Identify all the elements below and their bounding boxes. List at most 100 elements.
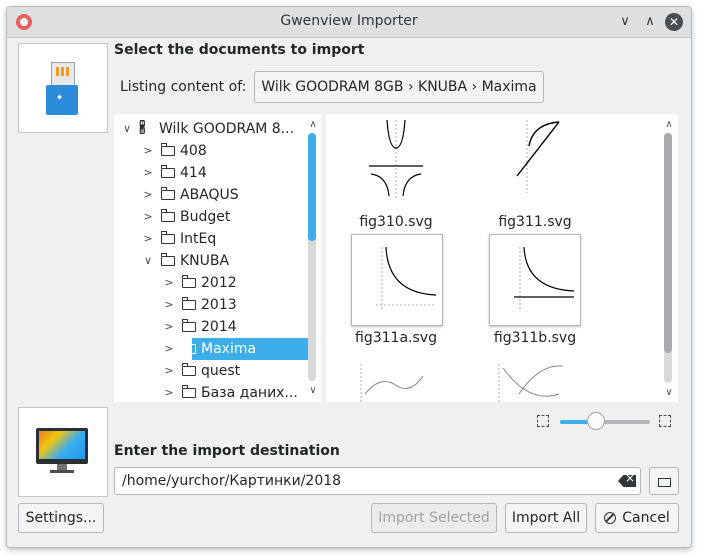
tree-item-label: quest — [201, 363, 241, 379]
chevron-right-icon[interactable]: > — [163, 294, 175, 316]
folder-icon — [181, 275, 196, 288]
plot-thumbnail-icon — [369, 119, 423, 198]
tree-item-label: IntEq — [180, 231, 217, 247]
chevron-right-icon[interactable]: > — [142, 206, 154, 228]
tree-item[interactable]: >408 — [114, 140, 314, 162]
settings-button[interactable]: Settings... — [18, 503, 104, 533]
zoom-out-icon[interactable] — [537, 415, 549, 427]
tree-item[interactable]: > quest — [114, 360, 314, 382]
folder-icon — [160, 231, 175, 244]
folder-icon — [181, 385, 196, 398]
tree-item[interactable]: > IntEq — [114, 228, 314, 250]
destination-icon — [18, 407, 108, 497]
thumbnail-size-slider-handle[interactable] — [587, 412, 605, 430]
usb-contact — [61, 67, 64, 76]
zoom-in-icon[interactable] — [659, 415, 671, 427]
tree-item-label: 2013 — [201, 297, 237, 313]
chevron-right-icon[interactable]: > — [142, 162, 154, 184]
plot-thumbnail-icon — [514, 246, 575, 310]
tree-scroll-down-icon[interactable]: ∨ — [308, 385, 318, 396]
folder-icon — [160, 143, 175, 156]
thumbnail-partial[interactable] — [489, 354, 579, 402]
tree-item[interactable]: >2013 — [114, 294, 314, 316]
destination-path-input[interactable]: /home/yurchor/Картинки/2018 — [114, 467, 641, 495]
tree-item[interactable]: > ABAQUS — [114, 184, 314, 206]
minimize-icon[interactable]: ∨ — [616, 13, 634, 31]
tree-item-label: ABAQUS — [180, 187, 239, 203]
chevron-right-icon[interactable]: > — [142, 184, 154, 206]
tree-item[interactable]: > Budget — [114, 206, 314, 228]
monitor-base — [50, 470, 74, 473]
folder-icon — [160, 165, 175, 178]
thumbs-scroll-down-icon[interactable]: ∨ — [664, 387, 674, 398]
cancel-label: Cancel — [622, 510, 670, 526]
cancel-button[interactable]: Cancel — [595, 503, 679, 533]
thumbnail-fig311[interactable] — [489, 118, 579, 208]
chevron-right-icon[interactable]: > — [163, 382, 175, 402]
chevron-right-icon[interactable]: > — [163, 360, 175, 382]
monitor-icon — [36, 428, 88, 464]
tree-root[interactable]: ∨ 🖁 Wilk GOODRAM 8... — [114, 118, 314, 140]
path-button[interactable]: Wilk GOODRAM 8GB › KNUBA › Maxima — [254, 71, 544, 103]
import-all-button[interactable]: Import All — [505, 503, 587, 533]
tree-scrollbar-thumb[interactable] — [308, 133, 316, 241]
thumbnail-caption: fig310.svg — [359, 214, 433, 230]
chevron-down-icon[interactable]: ∨ — [121, 118, 133, 140]
folder-icon — [658, 478, 671, 487]
thumbnail-fig311b[interactable] — [489, 234, 581, 326]
folder-icon — [181, 297, 196, 310]
maximize-icon[interactable]: ∧ — [641, 13, 659, 31]
thumbnail-partial[interactable] — [351, 354, 441, 402]
folder-icon — [181, 319, 196, 332]
plot-thumbnail-icon — [516, 120, 560, 193]
monitor-screen — [39, 431, 85, 459]
import-selected-button[interactable]: Import Selected — [371, 503, 497, 533]
chevron-right-icon[interactable]: > — [163, 338, 175, 360]
tree-item[interactable]: >2012 — [114, 272, 314, 294]
close-icon[interactable]: ✕ — [665, 13, 683, 31]
cancel-icon — [604, 512, 617, 524]
usb-contact — [56, 67, 59, 76]
source-device-icon — [18, 43, 108, 133]
thumbs-scroll-up-icon[interactable]: ∧ — [664, 119, 674, 130]
tree-item-label: Maxima — [201, 341, 257, 357]
usb-contact — [66, 67, 69, 76]
tree-item-label: Budget — [180, 209, 231, 225]
thumbnail-caption: fig311.svg — [498, 214, 572, 230]
folder-icon — [160, 187, 175, 200]
usb-drive-body — [46, 85, 78, 115]
folder-icon — [181, 341, 196, 354]
title-bar: Gwenview Importer ∨ ∧ ✕ — [7, 7, 691, 38]
plot-thumbnail-icon — [360, 364, 424, 402]
thumbnail-view[interactable]: fig310.svg fig311.svg fig311a.svg fig311… — [326, 114, 678, 402]
tree-item[interactable]: > Maxima — [114, 338, 314, 360]
browse-folder-button[interactable] — [649, 467, 679, 495]
tree-item-label: 408 — [180, 143, 207, 159]
chevron-right-icon[interactable]: > — [142, 140, 154, 162]
thumbnail-caption: fig311b.svg — [493, 330, 577, 346]
thumbnail-caption: fig311a.svg — [355, 330, 437, 346]
folder-tree[interactable]: ∨ 🖁 Wilk GOODRAM 8... >408 >414 > ABAQUS > Bu… — [114, 114, 321, 402]
chevron-right-icon[interactable]: > — [163, 316, 175, 338]
tree-root-label: Wilk GOODRAM 8... — [159, 121, 295, 137]
importer-window: Gwenview Importer ∨ ∧ ✕ Select the docum… — [6, 6, 692, 548]
usb-drive-icon: 🖁 — [139, 121, 146, 136]
tree-item-label: База даних... — [201, 385, 298, 401]
chevron-right-icon[interactable]: > — [163, 272, 175, 294]
thumbnail-fig310[interactable] — [351, 118, 441, 208]
usb-drive-icon — [51, 62, 75, 86]
tree-item[interactable]: >414 — [114, 162, 314, 184]
tree-item[interactable]: > База даних... — [114, 382, 314, 402]
folder-icon — [160, 209, 175, 222]
destination-heading: Enter the import destination — [114, 443, 340, 459]
chevron-right-icon[interactable]: > — [142, 228, 154, 250]
thumbnail-fig311a[interactable] — [351, 234, 443, 326]
tree-item[interactable]: ∨ KNUBA — [114, 250, 314, 272]
thumbnail-scrollbar-thumb[interactable] — [664, 133, 672, 353]
tree-item-label: 2014 — [201, 319, 237, 335]
folder-icon — [160, 253, 175, 266]
tree-scroll-up-icon[interactable]: ∧ — [308, 119, 318, 130]
listing-label: Listing content of: — [120, 79, 247, 95]
chevron-down-icon[interactable]: ∨ — [142, 250, 154, 272]
tree-item[interactable]: >2014 — [114, 316, 314, 338]
